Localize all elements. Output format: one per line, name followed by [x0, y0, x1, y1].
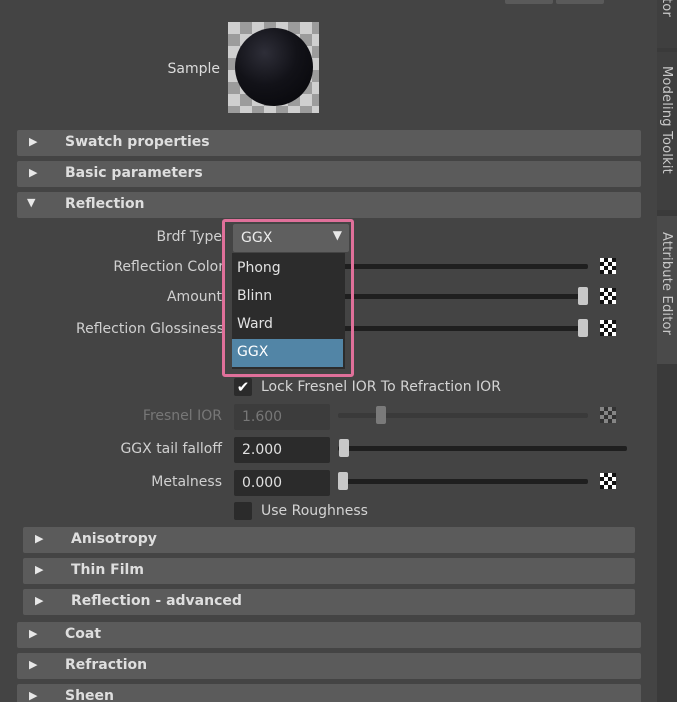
tab-editor[interactable]: tor [657, 0, 677, 48]
check-icon: ✔ [236, 378, 250, 396]
use-roughness-label: Use Roughness [261, 503, 368, 519]
tab-attribute-editor[interactable]: Attribute Editor [657, 216, 677, 364]
metalness-label: Metalness [151, 474, 222, 490]
use-roughness-checkbox[interactable] [234, 502, 252, 520]
section-label: Sheen [65, 688, 115, 702]
ggx-tail-label: GGX tail falloff [120, 441, 222, 457]
expand-icon: ▶ [29, 658, 38, 671]
expand-icon: ▶ [29, 166, 38, 179]
section-reflection-advanced[interactable]: ▶ Reflection - advanced [23, 589, 635, 615]
toolbar-button[interactable] [505, 0, 553, 4]
fresnel-ior-slider-handle[interactable] [376, 406, 386, 424]
ggx-tail-slider-handle[interactable] [339, 439, 349, 457]
ggx-tail-field[interactable]: 2.000 [234, 437, 330, 463]
checker-map-icon[interactable] [600, 258, 616, 274]
tab-editor-label: tor [659, 0, 674, 17]
section-basic-parameters[interactable]: ▶ Basic parameters [17, 161, 641, 187]
tab-modeling-toolkit-label: Modeling Toolkit [659, 66, 674, 174]
checker-map-icon[interactable] [600, 473, 616, 489]
highlight-box [222, 219, 354, 377]
sample-label: Sample [167, 61, 221, 77]
section-label: Anisotropy [71, 531, 157, 547]
amount-label: Amount [166, 289, 222, 305]
section-refraction[interactable]: ▶ Refraction [17, 653, 641, 679]
brdf-type-label: Brdf Type [156, 229, 222, 245]
glossiness-slider-handle[interactable] [578, 319, 588, 337]
reflection-color-label: Reflection Color [113, 259, 224, 275]
section-label: Reflection - advanced [71, 593, 242, 609]
reflection-glossiness-slider[interactable] [342, 326, 588, 331]
metalness-field[interactable]: 0.000 [234, 470, 330, 496]
amount-slider[interactable] [342, 294, 588, 299]
expand-icon: ▶ [29, 627, 38, 640]
section-coat[interactable]: ▶ Coat [17, 622, 641, 648]
section-label: Refraction [65, 657, 148, 673]
expand-icon: ▶ [35, 532, 44, 545]
expand-icon: ▶ [29, 135, 38, 148]
collapse-icon: ▼ [27, 196, 36, 209]
checker-map-icon[interactable] [600, 320, 616, 336]
section-thin-film[interactable]: ▶ Thin Film [23, 558, 635, 584]
section-anisotropy[interactable]: ▶ Anisotropy [23, 527, 635, 553]
section-label: Coat [65, 626, 102, 642]
fresnel-ior-label: Fresnel IOR [142, 408, 222, 424]
tab-attribute-editor-label: Attribute Editor [659, 232, 674, 336]
toolbar-button[interactable] [556, 0, 604, 4]
metalness-slider-handle[interactable] [338, 472, 348, 490]
checker-map-icon[interactable] [600, 407, 616, 423]
expand-icon: ▶ [35, 563, 44, 576]
fresnel-ior-field[interactable]: 1.600 [234, 404, 330, 430]
reflection-color-slider[interactable] [342, 264, 588, 269]
section-reflection[interactable]: ▼ Reflection [17, 192, 641, 218]
lock-fresnel-checkbox[interactable]: ✔ [234, 378, 252, 396]
section-label: Thin Film [71, 562, 144, 578]
swatch-sphere [235, 28, 313, 106]
amount-slider-handle[interactable] [578, 287, 588, 305]
section-label: Swatch properties [65, 134, 210, 150]
metalness-slider[interactable] [338, 479, 588, 484]
reflection-glossiness-label: Reflection Glossiness [76, 321, 224, 337]
lock-fresnel-label: Lock Fresnel IOR To Refraction IOR [261, 379, 501, 395]
ggx-tail-slider[interactable] [338, 446, 627, 451]
tab-modeling-toolkit[interactable]: Modeling Toolkit [657, 52, 677, 210]
checker-map-icon[interactable] [600, 288, 616, 304]
section-swatch-properties[interactable]: ▶ Swatch properties [17, 130, 641, 156]
section-sheen[interactable]: ▶ Sheen [17, 684, 641, 702]
section-label: Reflection [65, 196, 145, 212]
material-swatch[interactable] [228, 22, 319, 113]
expand-icon: ▶ [29, 689, 38, 702]
section-label: Basic parameters [65, 165, 203, 181]
expand-icon: ▶ [35, 594, 44, 607]
